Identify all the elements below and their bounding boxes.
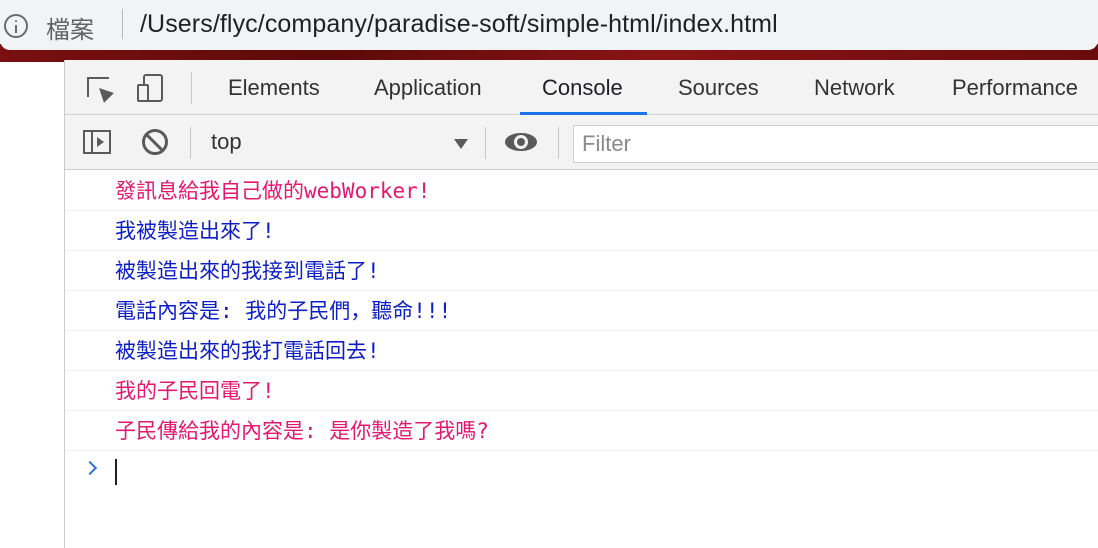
console-message: 我的子民回電了! — [65, 371, 1098, 411]
clear-console-icon[interactable] — [142, 129, 168, 155]
console-toolbar: top — [65, 115, 1098, 170]
toolbar-divider — [190, 127, 191, 159]
tab-sources[interactable]: Sources — [678, 60, 759, 115]
console-message: 子民傳給我的內容是: 是你製造了我嗎? — [65, 411, 1098, 451]
prompt-chevron-icon — [82, 460, 98, 476]
context-value: top — [211, 129, 242, 154]
toolbar-divider — [485, 127, 486, 159]
info-icon[interactable] — [4, 14, 28, 38]
input-caret[interactable] — [115, 459, 117, 485]
console-message: 被製造出來的我接到電話了! — [65, 251, 1098, 291]
console-message: 發訊息給我自己做的webWorker! — [65, 171, 1098, 211]
dropdown-arrow-icon[interactable] — [454, 139, 468, 149]
tab-elements[interactable]: Elements — [228, 60, 320, 115]
devtools-tab-bar: Elements Application Console Sources Net… — [65, 60, 1098, 115]
console-output: 發訊息給我自己做的webWorker! 我被製造出來了! 被製造出來的我接到電話… — [65, 171, 1098, 548]
console-message: 我被製造出來了! — [65, 211, 1098, 251]
address-divider — [122, 9, 123, 39]
url-text[interactable]: /Users/flyc/company/paradise-soft/simple… — [140, 10, 778, 39]
toolbar-divider — [558, 127, 559, 159]
tab-console[interactable]: Console — [520, 60, 647, 115]
tab-network[interactable]: Network — [814, 60, 895, 115]
tab-application[interactable]: Application — [374, 60, 482, 115]
browser-address-bar[interactable]: 檔案 /Users/flyc/company/paradise-soft/sim… — [0, 0, 1098, 50]
tab-performance[interactable]: Performance — [952, 60, 1078, 115]
inspect-element-icon[interactable] — [85, 74, 115, 104]
device-toolbar-icon[interactable] — [137, 74, 167, 104]
console-message: 電話內容是: 我的子民們，聽命!!! — [65, 291, 1098, 331]
protocol-label: 檔案 — [46, 16, 94, 44]
show-sidebar-icon[interactable] — [83, 130, 111, 154]
filter-input[interactable] — [574, 126, 1098, 162]
devtools-panel: Elements Application Console Sources Net… — [64, 60, 1098, 548]
context-selector[interactable]: top — [205, 123, 473, 161]
console-prompt[interactable] — [65, 451, 1098, 491]
tab-divider — [191, 72, 192, 104]
filter-box[interactable] — [573, 125, 1098, 163]
live-expression-eye-icon[interactable] — [505, 130, 539, 154]
console-message: 被製造出來的我打電話回去! — [65, 331, 1098, 371]
